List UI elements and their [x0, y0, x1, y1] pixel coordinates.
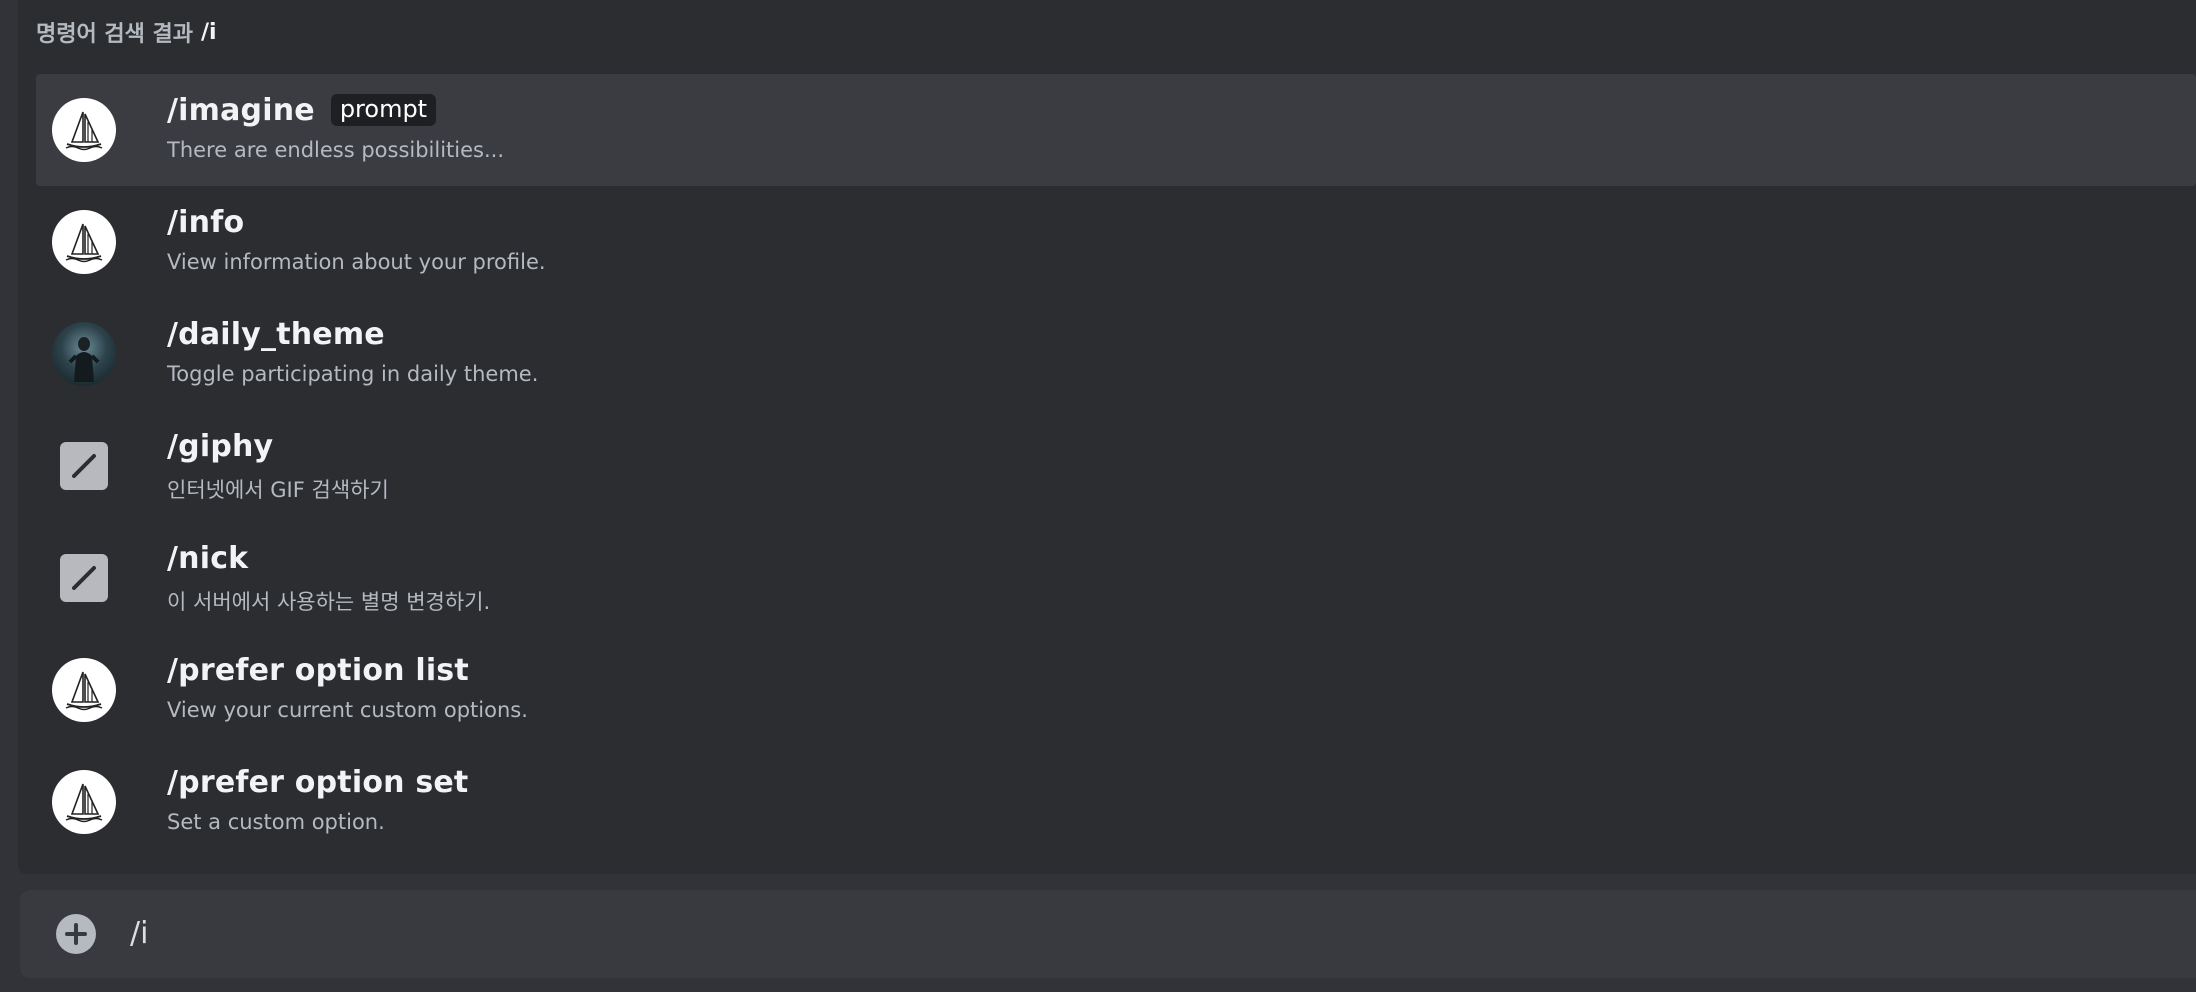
bot-avatar-icon: [52, 322, 116, 386]
message-input[interactable]: /i: [130, 910, 148, 958]
command-item-nick[interactable]: /nick 이 서버에서 사용하는 별명 변경하기.: [36, 522, 2196, 634]
command-name: /nick: [167, 540, 249, 576]
midjourney-boat-icon: [52, 210, 116, 274]
left-gutter: [0, 0, 18, 992]
command-autocomplete-popup: 명령어 검색 결과 /i /imagine prompt There are e…: [18, 0, 2196, 874]
command-description: Set a custom option.: [167, 810, 385, 834]
command-name-line: /giphy: [167, 426, 273, 466]
plus-circle-icon[interactable]: [56, 914, 96, 954]
command-description: View your current custom options.: [167, 698, 528, 722]
command-item-info[interactable]: /info View information about your profil…: [36, 186, 2196, 298]
command-option-tag: prompt: [330, 94, 437, 126]
slash-command-icon: [60, 442, 108, 490]
command-name-line: /imagine prompt: [167, 90, 437, 130]
command-item-prefer-option-set[interactable]: /prefer option set Set a custom option.: [36, 746, 2196, 858]
popup-header-label: 명령어 검색 결과: [36, 22, 193, 47]
command-name-line: /prefer option list: [167, 650, 469, 690]
command-name: /prefer option set: [167, 764, 469, 800]
command-name: /giphy: [167, 428, 274, 464]
command-description: View information about your profile.: [167, 250, 546, 274]
command-description: There are endless possibilities...: [167, 138, 505, 162]
command-description: Toggle participating in daily theme.: [167, 362, 539, 386]
command-description: 인터넷에서 GIF 검색하기: [167, 478, 389, 502]
command-item-imagine[interactable]: /imagine prompt There are endless possib…: [36, 74, 2196, 186]
command-name-line: /daily_theme: [167, 314, 385, 354]
command-name-line: /prefer option set: [167, 762, 468, 802]
command-item-giphy[interactable]: /giphy 인터넷에서 GIF 검색하기: [36, 410, 2196, 522]
command-list: /imagine prompt There are endless possib…: [36, 74, 2196, 858]
popup-query: /i: [201, 19, 217, 45]
command-description: 이 서버에서 사용하는 별명 변경하기.: [167, 590, 491, 614]
command-item-daily-theme[interactable]: /daily_theme Toggle participating in dai…: [36, 298, 2196, 410]
message-input-bar[interactable]: /i: [20, 890, 2196, 978]
midjourney-boat-icon: [52, 770, 116, 834]
command-name: /imagine: [167, 92, 315, 128]
command-item-prefer-option-list[interactable]: /prefer option list View your current cu…: [36, 634, 2196, 746]
midjourney-boat-icon: [52, 658, 116, 722]
midjourney-boat-icon: [52, 98, 116, 162]
discord-chat-area: 명령어 검색 결과 /i /imagine prompt There are e…: [0, 0, 2196, 992]
command-name-line: /info: [167, 202, 244, 242]
command-name-line: /nick: [167, 538, 248, 578]
slash-command-icon: [60, 554, 108, 602]
popup-header: 명령어 검색 결과 /i: [36, 14, 217, 50]
command-name: /info: [167, 204, 245, 240]
command-name: /daily_theme: [167, 316, 385, 352]
command-name: /prefer option list: [167, 652, 469, 688]
